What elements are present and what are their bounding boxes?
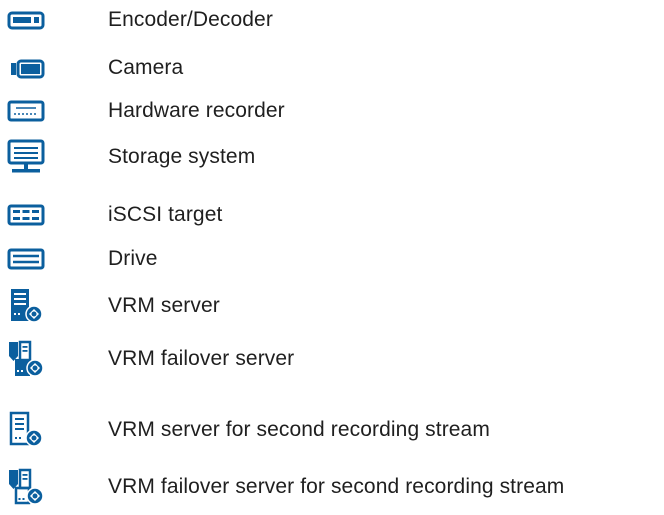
legend-label: VRM server for second recording stream (108, 418, 490, 441)
legend-label: Encoder/Decoder (108, 8, 273, 31)
encoder-decoder-icon (6, 0, 50, 40)
legend-item-storage-system: Storage system (0, 137, 664, 177)
legend-item-iscsi-target: iSCSI target (0, 195, 664, 235)
legend-item-hardware-recorder: Hardware recorder (0, 91, 664, 131)
legend-item-encoder-decoder: Encoder/Decoder (0, 0, 664, 40)
legend-item-vrm-server: VRM server (0, 286, 664, 326)
hardware-recorder-icon (6, 91, 50, 131)
camera-icon (6, 48, 50, 88)
legend-item-vrm-second-stream-server: VRM server for second recording stream (0, 410, 664, 450)
vrm-second-stream-server-icon (6, 410, 50, 450)
legend-item-camera: Camera (0, 48, 664, 88)
legend-label: Storage system (108, 145, 256, 168)
legend-label: Hardware recorder (108, 99, 285, 122)
legend-label: VRM server (108, 294, 220, 317)
legend-label: Camera (108, 56, 184, 79)
legend-label: Drive (108, 247, 158, 270)
vrm-server-icon (6, 286, 50, 326)
legend-label: iSCSI target (108, 203, 223, 226)
legend-item-vrm-failover-second-stream-server: VRM failover server for second recording… (0, 467, 664, 507)
legend-label: VRM failover server (108, 347, 295, 370)
vrm-failover-second-stream-server-icon (6, 467, 50, 507)
vrm-failover-server-icon (6, 339, 50, 379)
drive-icon (6, 239, 50, 279)
storage-system-icon (6, 137, 50, 177)
legend-item-vrm-failover-server: VRM failover server (0, 339, 664, 379)
legend-label: VRM failover server for second recording… (108, 475, 565, 498)
legend-item-drive: Drive (0, 239, 664, 279)
iscsi-target-icon (6, 195, 50, 235)
